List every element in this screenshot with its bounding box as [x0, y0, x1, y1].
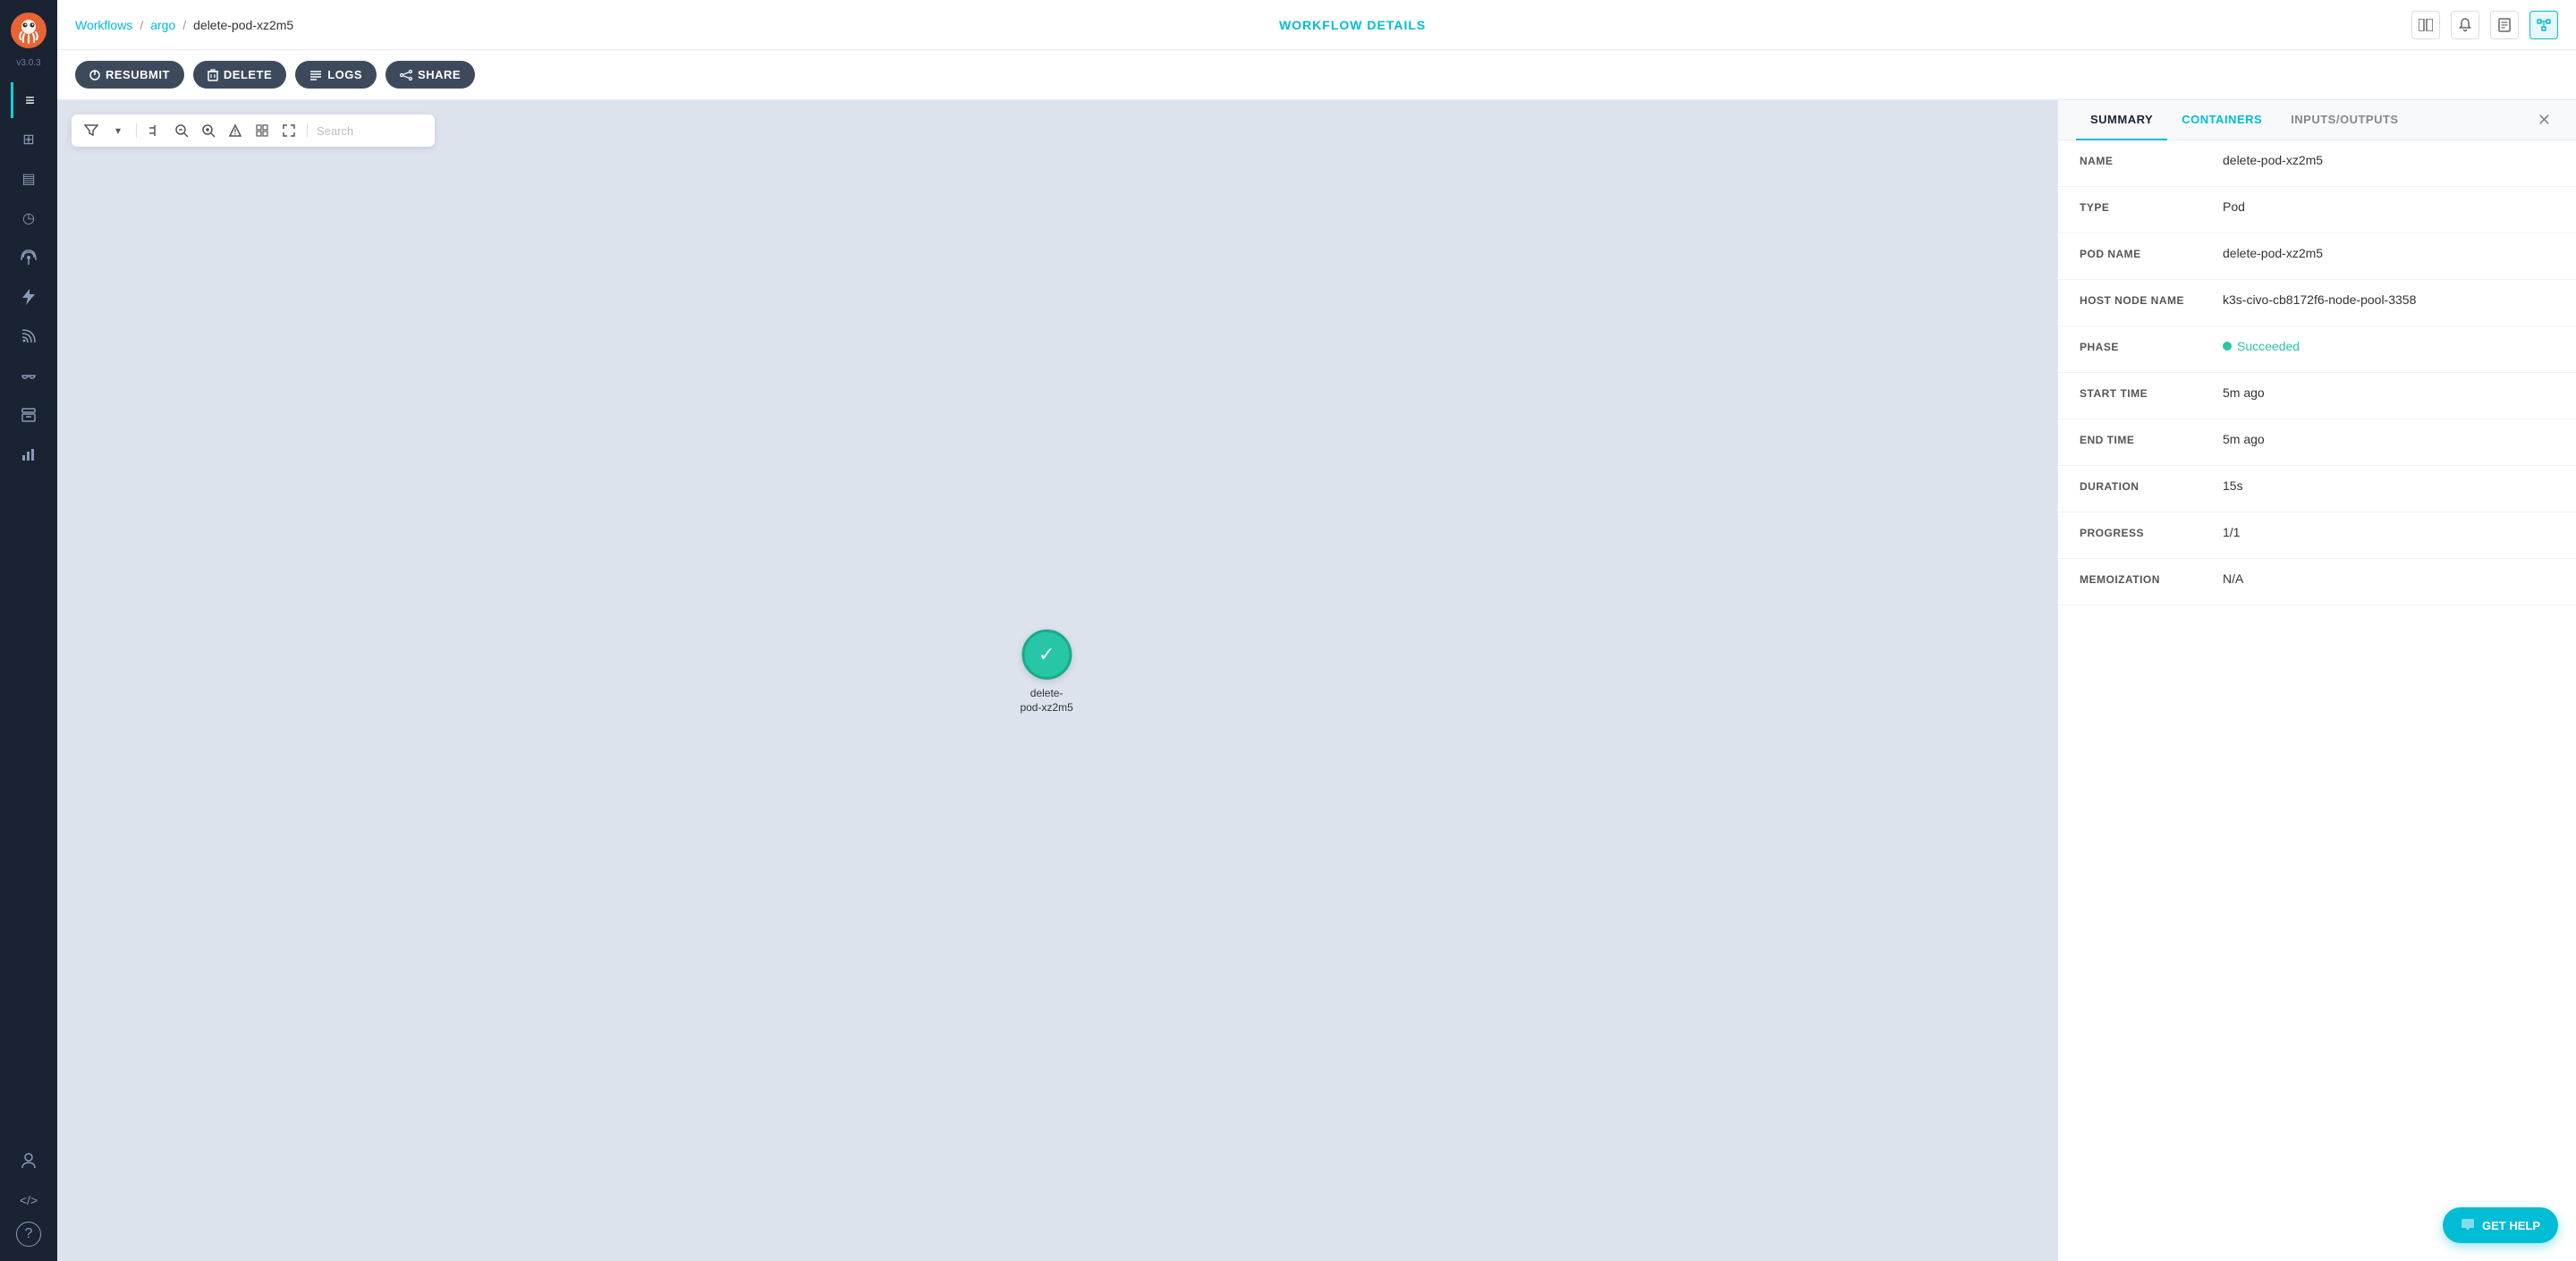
share-icon [400, 70, 412, 80]
tab-summary[interactable]: SUMMARY [2076, 100, 2167, 140]
sidebar-item-grid[interactable]: ⊞ [11, 122, 47, 157]
detail-label-end-time: END TIME [2080, 432, 2223, 446]
delete-button[interactable]: DELETE [193, 61, 286, 89]
detail-value-pod-name: delete-pod-xz2m5 [2223, 246, 2555, 260]
graph-search-input[interactable] [317, 124, 424, 138]
content-area: ▾ [57, 100, 2576, 1261]
node-label: delete-pod-xz2m5 [1020, 687, 1072, 715]
header-icon-doc[interactable] [2490, 11, 2519, 39]
detail-row-start-time: START TIME 5m ago [2058, 373, 2576, 419]
zoom-out-icon[interactable] [173, 122, 191, 140]
detail-value-host-node: k3s-civo-cb8172f6-node-pool-3358 [2223, 292, 2555, 307]
close-panel-button[interactable]: ✕ [2530, 104, 2558, 137]
detail-value-type: Pod [2223, 199, 2555, 214]
detail-row-type: TYPE Pod [2058, 187, 2576, 233]
workflow-node[interactable]: ✓ delete-pod-xz2m5 [1020, 630, 1072, 715]
detail-label-start-time: START TIME [2080, 385, 2223, 400]
header-icons [2411, 11, 2558, 39]
get-help-icon [2461, 1218, 2475, 1232]
delete-icon [208, 69, 218, 81]
share-button[interactable]: SHARE [386, 61, 475, 89]
sidebar-item-antenna[interactable] [11, 240, 47, 275]
detail-row-host-node: HOST NODE NAME k3s-civo-cb8172f6-node-po… [2058, 280, 2576, 326]
resubmit-icon [89, 70, 100, 80]
detail-row-duration: DURATION 15s [2058, 466, 2576, 512]
detail-value-phase: Succeeded [2223, 339, 2555, 353]
sidebar-item-code[interactable]: </> [11, 1182, 47, 1218]
details-content: NAME delete-pod-xz2m5 TYPE Pod POD NAME … [2058, 140, 2576, 1261]
grid-icon[interactable] [253, 122, 271, 140]
fit-icon[interactable] [280, 122, 298, 140]
workflow-details-title: WORKFLOW DETAILS [1279, 18, 1426, 32]
app-version: v3.0.3 [16, 58, 40, 68]
graph-toolbar: ▾ [72, 114, 435, 147]
detail-value-name: delete-pod-xz2m5 [2223, 153, 2555, 167]
logs-icon [309, 70, 322, 80]
sidebar-item-clock[interactable]: ◷ [11, 200, 47, 236]
detail-row-memoization: MEMOIZATION N/A [2058, 559, 2576, 605]
node-check-icon: ✓ [1038, 643, 1055, 666]
app-logo [9, 11, 48, 55]
main-content: Workflows / argo / delete-pod-xz2m5 WORK… [57, 0, 2576, 1261]
sidebar-item-link[interactable] [11, 358, 47, 394]
detail-value-memoization: N/A [2223, 571, 2555, 586]
tab-containers[interactable]: CONTAINERS [2167, 100, 2276, 140]
detail-label-host-node: HOST NODE NAME [2080, 292, 2223, 307]
sidebar-item-rss[interactable] [11, 318, 47, 354]
chevron-down-icon[interactable]: ▾ [109, 122, 127, 140]
phase-text: Succeeded [2237, 339, 2300, 353]
zoom-in-icon[interactable] [199, 122, 217, 140]
detail-value-duration: 15s [2223, 478, 2555, 493]
toolbar-divider-1 [136, 123, 137, 138]
sidebar-item-archive[interactable] [11, 397, 47, 433]
align-icon[interactable] [146, 122, 164, 140]
detail-label-phase: PHASE [2080, 339, 2223, 353]
phase-dot-icon [2223, 342, 2232, 351]
toolbar: RESUBMIT DELETE LOGS [57, 50, 2576, 100]
sidebar-item-user[interactable] [11, 1143, 47, 1179]
detail-label-name: NAME [2080, 153, 2223, 167]
breadcrumb-current: delete-pod-xz2m5 [193, 18, 293, 32]
detail-value-start-time: 5m ago [2223, 385, 2555, 400]
sidebar-item-layers[interactable]: ▤ [11, 161, 47, 197]
detail-row-pod-name: POD NAME delete-pod-xz2m5 [2058, 233, 2576, 280]
header-icon-split[interactable] [2411, 11, 2440, 39]
breadcrumb: Workflows / argo / delete-pod-xz2m5 [75, 18, 293, 32]
detail-label-type: TYPE [2080, 199, 2223, 214]
detail-row-name: NAME delete-pod-xz2m5 [2058, 140, 2576, 187]
detail-label-pod-name: POD NAME [2080, 246, 2223, 260]
detail-row-progress: PROGRESS 1/1 [2058, 512, 2576, 559]
filter-icon[interactable] [82, 122, 100, 140]
details-panel: SUMMARY CONTAINERS INPUTS/OUTPUTS ✕ NAME… [2057, 100, 2576, 1261]
detail-row-end-time: END TIME 5m ago [2058, 419, 2576, 466]
detail-label-memoization: MEMOIZATION [2080, 571, 2223, 586]
node-circle: ✓ [1021, 630, 1072, 680]
sidebar-item-chart[interactable] [11, 436, 47, 472]
detail-row-phase: PHASE Succeeded [2058, 326, 2576, 373]
detail-label-duration: DURATION [2080, 478, 2223, 493]
graph-area: ▾ [57, 100, 2057, 1261]
breadcrumb-argo[interactable]: argo [150, 18, 175, 32]
header-icon-bell[interactable] [2451, 11, 2479, 39]
breadcrumb-workflows[interactable]: Workflows [75, 18, 132, 32]
sidebar-item-menu[interactable]: ≡ [11, 82, 47, 118]
details-tabs: SUMMARY CONTAINERS INPUTS/OUTPUTS ✕ [2058, 100, 2576, 140]
get-help-button[interactable]: GET HELP [2443, 1207, 2558, 1243]
header-icon-diagram[interactable] [2529, 11, 2558, 39]
logs-button[interactable]: LOGS [295, 61, 377, 89]
sidebar-item-help[interactable]: ? [16, 1222, 41, 1247]
get-help-label: GET HELP [2482, 1219, 2540, 1232]
sidebar: v3.0.3 ≡ ⊞ ▤ ◷ [0, 0, 57, 1261]
toolbar-divider-2 [307, 123, 308, 138]
header: Workflows / argo / delete-pod-xz2m5 WORK… [57, 0, 2576, 50]
tab-inputs-outputs[interactable]: INPUTS/OUTPUTS [2276, 100, 2412, 140]
auto-layout-icon[interactable] [226, 122, 244, 140]
detail-value-progress: 1/1 [2223, 525, 2555, 539]
breadcrumb-sep-1: / [140, 18, 143, 32]
detail-label-progress: PROGRESS [2080, 525, 2223, 539]
resubmit-button[interactable]: RESUBMIT [75, 61, 184, 89]
detail-value-end-time: 5m ago [2223, 432, 2555, 446]
breadcrumb-sep-2: / [182, 18, 186, 32]
sidebar-item-bolt[interactable] [11, 279, 47, 315]
